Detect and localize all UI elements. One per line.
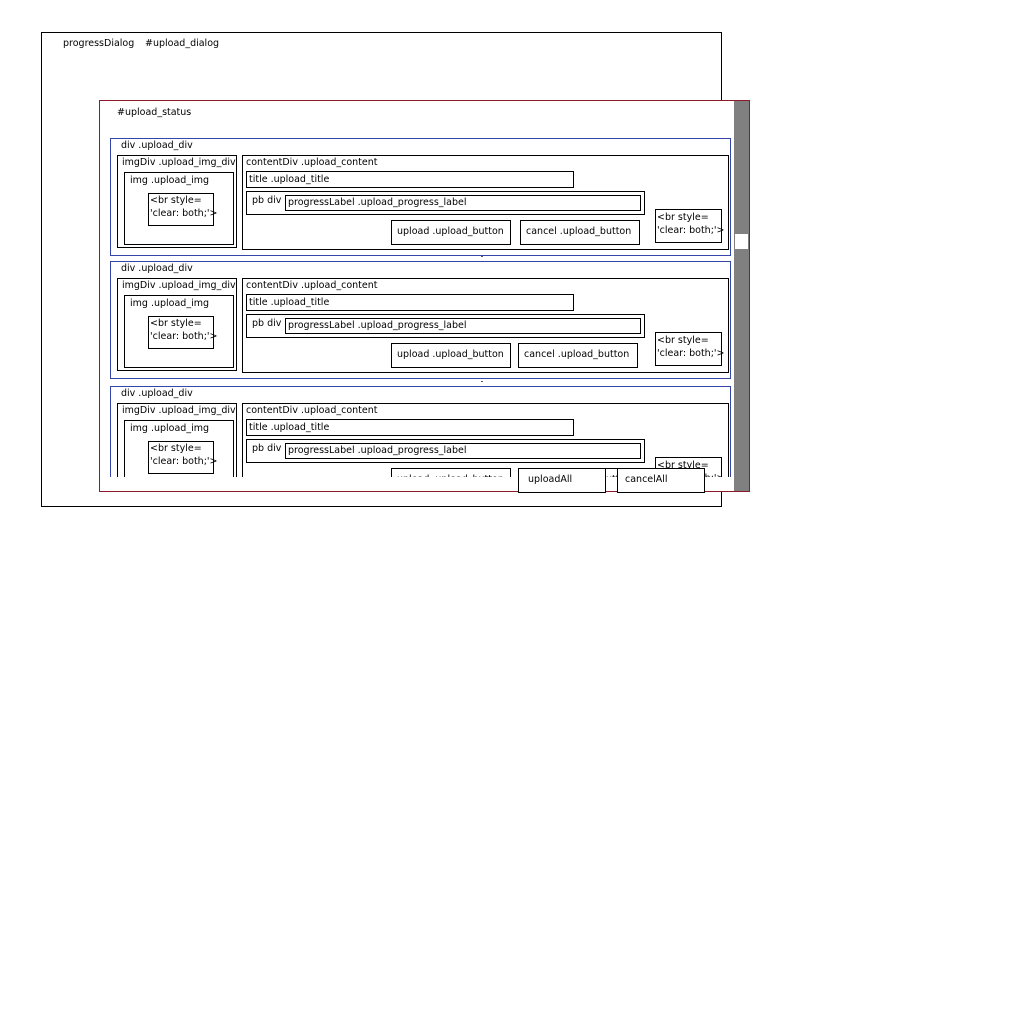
progress-label-box: progressLabel .upload_progress_label [285,318,641,334]
br-label-line2: 'clear: both;'> [657,348,725,359]
upload-content-label: contentDiv .upload_content [246,405,378,416]
upload-button[interactable]: upload .upload_button [391,343,511,368]
vertical-scrollbar[interactable] [734,101,749,491]
upload-img-div-label: imgDiv .upload_img_div [122,405,236,416]
br-label-line2: 'clear: both;'> [150,456,218,467]
clear-br: <br style= 'clear: both;'> [148,316,218,349]
separator-dot [481,381,483,382]
br-label-line1: <br style= [657,212,709,223]
cancel-all-button[interactable]: cancelAll [617,468,705,493]
clear-br-content: <br style= 'clear: both;'> [655,209,725,243]
progress-bar: pb div progressLabel .upload_progress_la… [246,439,645,463]
cancel-button[interactable]: cancel .upload_button [520,220,640,245]
clear-br: <br style= 'clear: both;'> [148,193,218,226]
upload-button[interactable]: upload .upload_button [391,220,511,245]
progress-label: progressLabel .upload_progress_label [288,197,467,208]
progress-bar: pb div progressLabel .upload_progress_la… [246,191,645,215]
pb-div-label: pb div [252,443,282,454]
clear-br-content: <br style= 'clear: both;'> [655,332,725,366]
upload-img: img .upload_img <br style= 'clear: both;… [124,172,234,245]
upload-title-label: title .upload_title [249,422,330,433]
br-label-line1: <br style= [150,443,202,454]
upload-content: contentDiv .upload_content title .upload… [242,278,729,373]
progress-label-box: progressLabel .upload_progress_label [285,195,641,211]
upload-title: title .upload_title [246,171,574,188]
upload-img-div: imgDiv .upload_img_div img .upload_img <… [117,155,237,248]
progress-label-box: progressLabel .upload_progress_label [285,443,641,459]
upload-content-label: contentDiv .upload_content [246,157,378,168]
br-label-line1: <br style= [657,335,709,346]
dialog-title: progressDialog [63,38,135,49]
clear-br: <br style= 'clear: both;'> [148,441,218,474]
upload-title: title .upload_title [246,419,574,436]
progress-label: progressLabel .upload_progress_label [288,445,467,456]
progress-bar: pb div progressLabel .upload_progress_la… [246,314,645,338]
upload-all-label: uploadAll [528,474,573,485]
upload-status-panel: #upload_status div .upload_div imgDiv .u… [99,100,750,492]
scrollbar-thumb[interactable] [735,234,748,249]
upload-all-button[interactable]: uploadAll [518,468,606,493]
progress-dialog: progressDialog #upload_dialog #upload_st… [41,32,750,507]
upload-img: img .upload_img <br style= 'clear: both;… [124,295,234,368]
cancel-button-label: cancel .upload_button [524,349,630,360]
br-label-line2: 'clear: both;'> [150,208,218,219]
cancel-button[interactable]: cancel .upload_button [518,343,638,368]
upload-img-label: img .upload_img [130,298,209,309]
upload-img-div-label: imgDiv .upload_img_div [122,157,236,168]
upload-item: div .upload_div imgDiv .upload_img_div i… [110,261,731,379]
upload-status-label: #upload_status [117,107,192,118]
br-label-line1: <br style= [150,318,202,329]
upload-title-label: title .upload_title [249,174,330,185]
upload-content: contentDiv .upload_content title .upload… [242,155,729,250]
br-label-line1: <br style= [150,195,202,206]
upload-button-label: upload .upload_button [397,226,504,237]
cancel-button-label: cancel .upload_button [526,226,632,237]
upload-content-label: contentDiv .upload_content [246,280,378,291]
upload-img-label: img .upload_img [130,175,209,186]
pb-div-label: pb div [252,318,282,329]
br-label-line2: 'clear: both;'> [657,225,725,236]
pb-div-label: pb div [252,195,282,206]
upload-item: div .upload_div imgDiv .upload_img_div i… [110,138,731,256]
upload-title: title .upload_title [246,294,574,311]
separator-dot [481,256,483,257]
upload-div-label: div .upload_div [121,263,193,274]
upload-img-div: imgDiv .upload_img_div img .upload_img <… [117,278,237,371]
upload-img-label: img .upload_img [130,423,209,434]
br-label-line2: 'clear: both;'> [150,331,218,342]
progress-label: progressLabel .upload_progress_label [288,320,467,331]
upload-title-label: title .upload_title [249,297,330,308]
upload-button-label: upload .upload_button [397,349,504,360]
upload-div-label: div .upload_div [121,140,193,151]
upload-img-div-label: imgDiv .upload_img_div [122,280,236,291]
cancel-all-label: cancelAll [625,474,668,485]
upload-div-label: div .upload_div [121,388,193,399]
dialog-id-label: #upload_dialog [145,38,220,49]
